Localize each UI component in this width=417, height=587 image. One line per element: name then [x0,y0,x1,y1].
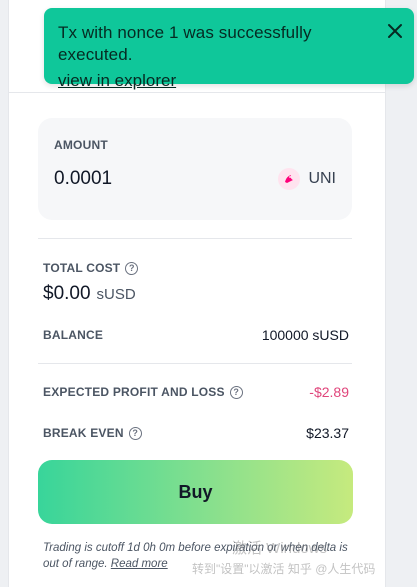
toast-title: Tx with nonce 1 was successfully execute… [58,23,312,64]
info-icon[interactable]: ? [128,426,142,440]
break-even-value: $23.37 [306,425,349,441]
total-cost-label: TOTAL COST ? [43,261,139,275]
divider [38,363,352,364]
total-cost-label-text: TOTAL COST [43,261,121,275]
pnl-label: EXPECTED PROFIT AND LOSS ? [43,385,243,399]
total-cost: $0.00 sUSD [43,283,136,305]
pnl-value: -$2.89 [309,384,349,400]
close-icon[interactable] [386,22,404,40]
windows-activation-watermark: 激活 Windows [232,540,328,557]
windows-activation-watermark-sub: 转到"设置"以激活 知乎 @人生代码 [192,562,376,576]
amount-row: UNI [54,168,336,190]
break-even-label-text: BREAK EVEN [43,426,124,440]
pnl-label-text: EXPECTED PROFIT AND LOSS [43,385,225,399]
balance-label: BALANCE [43,328,104,342]
total-cost-value: $0.00 [43,283,91,304]
buy-button[interactable]: Buy [38,460,353,524]
total-cost-unit: sUSD [96,286,136,303]
divider [38,238,352,239]
amount-input[interactable] [54,168,204,190]
info-icon[interactable]: ? [125,261,139,275]
success-toast: Tx with nonce 1 was successfully execute… [44,8,414,90]
uni-token-icon [278,168,301,190]
info-icon[interactable]: ? [229,385,243,399]
view-in-explorer-link[interactable]: view in explorer [58,68,176,94]
balance-value: 100000 sUSD [261,327,349,343]
token-selector[interactable]: UNI [278,168,336,190]
token-symbol: UNI [308,170,336,187]
break-even-label: BREAK EVEN ? [43,426,142,440]
amount-card: AMOUNT UNI [38,118,352,220]
read-more-link[interactable]: Read more [111,558,168,570]
amount-label: AMOUNT [54,138,108,152]
